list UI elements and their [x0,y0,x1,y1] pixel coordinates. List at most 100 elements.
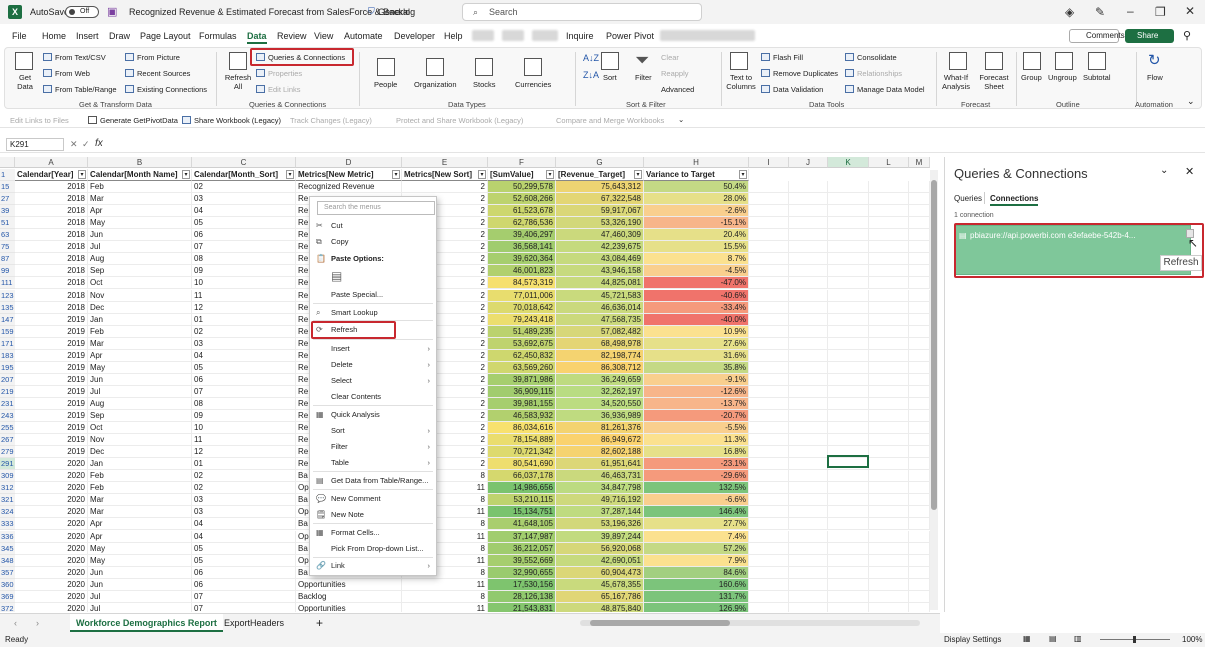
table-cell[interactable]: 63,569,260 [488,361,556,374]
table-cell[interactable]: 36,909,115 [488,385,556,398]
column-header-d[interactable]: D [296,157,402,168]
table-cell[interactable]: 09 [192,410,296,422]
table-cell[interactable]: May [88,217,192,230]
table-header-cell[interactable]: [Revenue_Target] ▾ [556,169,644,181]
empty-cell[interactable] [749,385,789,398]
table-cell[interactable]: Jun [88,229,192,242]
table-header-cell[interactable]: Calendar[Month Name] ▾ [88,169,192,181]
empty-cell[interactable] [749,422,789,435]
table-cell[interactable]: -47.0% [644,277,749,290]
column-header-k[interactable]: K [828,157,869,168]
collapse-ribbon-icon[interactable]: ⌄ [1187,96,1195,107]
table-cell[interactable]: 45,678,355 [556,578,644,591]
formula-input[interactable] [110,138,1195,151]
table-cell[interactable]: 36,936,989 [556,410,644,422]
table-cell[interactable]: 68,498,978 [556,337,644,350]
table-cell[interactable]: 86,949,672 [556,434,644,447]
table-cell[interactable]: Nov [88,289,192,302]
empty-cell[interactable] [828,289,869,302]
table-cell[interactable]: 20.4% [644,229,749,242]
table-cell[interactable]: 57.2% [644,542,749,555]
recent-sources-button[interactable]: Recent Sources [125,69,190,78]
row-header[interactable]: 207 [0,373,15,386]
empty-cell[interactable] [869,217,909,230]
table-cell[interactable]: 59,917,067 [556,205,644,218]
table-cell[interactable]: 2020 [15,518,88,531]
row-header[interactable]: 321 [0,494,15,507]
empty-cell[interactable] [909,494,930,507]
table-cell[interactable]: 50.4% [644,181,749,194]
table-cell[interactable]: -6.6% [644,494,749,507]
table-cell[interactable]: Jun [88,566,192,579]
table-cell[interactable]: 2019 [15,397,88,410]
table-cell[interactable]: 160.6% [644,578,749,591]
properties-button[interactable]: Properties [256,69,302,78]
empty-cell[interactable] [749,602,789,612]
column-header-a[interactable]: A [15,157,88,168]
table-cell[interactable]: 84.6% [644,566,749,579]
empty-cell[interactable] [909,181,930,194]
table-cell[interactable]: Feb [88,325,192,338]
table-cell[interactable]: 11 [402,578,488,591]
table-cell[interactable]: 27.6% [644,337,749,350]
table-cell[interactable]: 2020 [15,578,88,591]
table-cell[interactable]: Jun [88,373,192,386]
empty-cell[interactable] [749,337,789,350]
empty-cell[interactable] [909,410,930,422]
table-cell[interactable]: 06 [192,373,296,386]
table-cell[interactable]: 2018 [15,301,88,314]
table-cell[interactable]: 2020 [15,482,88,495]
table-cell[interactable]: 39,620,364 [488,253,556,266]
menu-item-paste-button[interactable]: ▤ [310,269,436,283]
menu-item-clear-contents[interactable]: Clear Contents [310,390,436,404]
table-cell[interactable]: 2020 [15,542,88,555]
table-cell[interactable]: 2020 [15,458,88,471]
empty-cell[interactable] [869,518,909,531]
table-cell[interactable]: 42,690,051 [556,554,644,567]
empty-cell[interactable] [869,506,909,519]
empty-cell[interactable] [909,373,930,386]
empty-cell[interactable] [869,361,909,374]
table-cell[interactable]: 46,636,014 [556,301,644,314]
empty-cell[interactable] [909,229,930,242]
empty-cell[interactable] [828,301,869,314]
table-cell[interactable]: 84,573,319 [488,277,556,290]
empty-cell[interactable] [909,193,930,206]
close-pane-icon[interactable]: ✕ [1185,165,1194,178]
empty-cell[interactable] [828,397,869,410]
empty-cell[interactable] [749,554,789,567]
empty-cell[interactable] [749,482,789,495]
empty-cell[interactable] [789,602,828,612]
filter-dropdown-icon[interactable]: ▾ [478,170,486,179]
menu-search-input[interactable]: Search the menus [317,201,435,215]
table-cell[interactable]: 2018 [15,229,88,242]
table-cell[interactable]: -5.5% [644,422,749,435]
remove-duplicates-button[interactable]: Remove Duplicates [761,69,838,78]
table-cell[interactable]: 2019 [15,373,88,386]
row-header[interactable]: 219 [0,385,15,398]
empty-cell[interactable] [909,566,930,579]
table-cell[interactable]: 2019 [15,337,88,350]
qa-protect-share[interactable]: Protect and Share Workbook (Legacy) [396,116,523,125]
empty-cell[interactable] [828,241,869,254]
table-cell[interactable]: 75,643,312 [556,181,644,194]
filter-dropdown-icon[interactable]: ▾ [739,170,747,179]
empty-cell[interactable] [869,385,909,398]
table-cell[interactable]: 2020 [15,590,88,603]
table-cell[interactable]: 66,037,178 [488,470,556,483]
empty-cell[interactable] [909,422,930,435]
empty-cell[interactable] [869,410,909,422]
tab-connections[interactable]: Connections [990,194,1039,206]
get-data-button[interactable]: Get Data [14,73,36,91]
empty-cell[interactable] [909,470,930,483]
table-cell[interactable]: 47,460,309 [556,229,644,242]
empty-cell[interactable] [828,313,869,326]
empty-cell[interactable] [828,518,869,531]
table-cell[interactable]: 61,523,678 [488,205,556,218]
empty-cell[interactable] [789,554,828,567]
empty-cell[interactable] [869,482,909,495]
table-cell[interactable]: 2019 [15,410,88,422]
filter-button[interactable]: Filter [635,73,652,82]
table-cell[interactable]: 01 [192,458,296,471]
menu-item-quick-analysis[interactable]: ▦ Quick Analysis [310,408,436,422]
